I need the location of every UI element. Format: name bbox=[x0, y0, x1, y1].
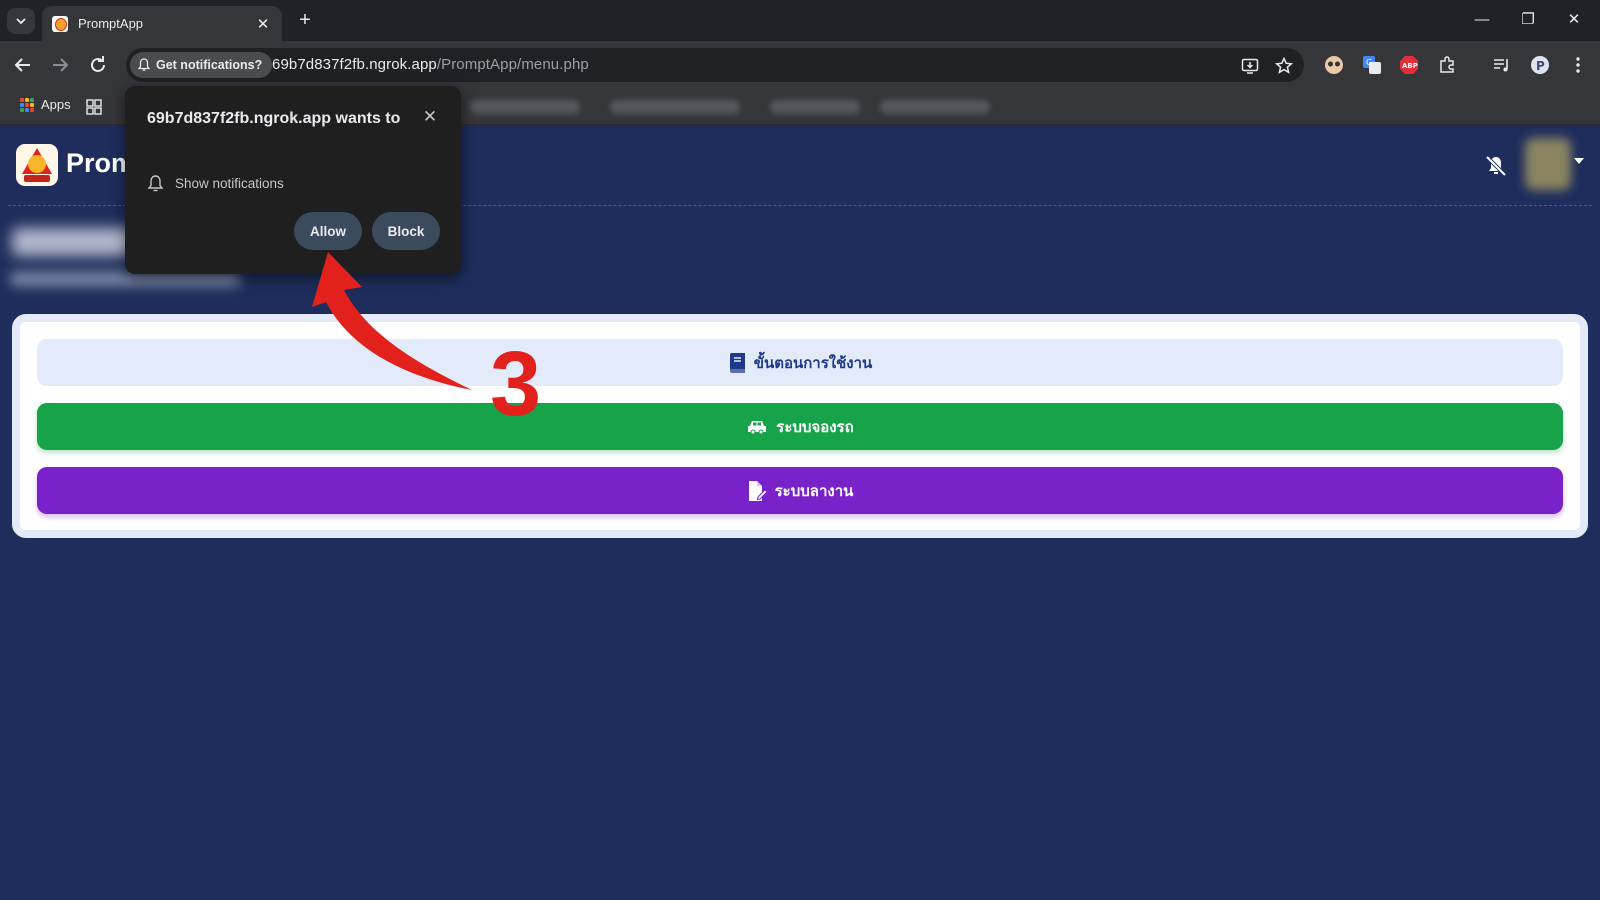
url-host: 69b7d837f2fb.ngrok.app bbox=[272, 56, 437, 73]
back-arrow-icon[interactable] bbox=[11, 53, 35, 77]
allow-button[interactable]: Allow bbox=[294, 212, 362, 250]
svg-text:G: G bbox=[1366, 58, 1372, 67]
file-pen-icon bbox=[748, 480, 767, 501]
blurred-bookmark[interactable] bbox=[880, 100, 990, 114]
browser-toolbar: Get notifications? 69b7d837f2fb.ngrok.ap… bbox=[0, 41, 1600, 89]
blurred-bookmark[interactable] bbox=[770, 100, 860, 114]
bookmark-apps-label: Apps bbox=[41, 97, 71, 112]
restore-icon[interactable]: ❐ bbox=[1508, 8, 1548, 32]
notifications-off-icon[interactable] bbox=[1484, 154, 1508, 178]
blurred-bookmark[interactable] bbox=[610, 100, 740, 114]
tab-search-button[interactable] bbox=[7, 8, 35, 34]
menu-card: ขั้นตอนการใช้งาน ระบบจองรถ ระบบลางาน bbox=[12, 314, 1588, 538]
leave-request-button-label: ระบบลางาน bbox=[774, 482, 854, 500]
promptapp-favicon-icon bbox=[52, 15, 68, 32]
tab-close-icon[interactable]: ✕ bbox=[254, 15, 272, 33]
car-icon bbox=[748, 420, 767, 434]
car-booking-button-label: ระบบจองรถ bbox=[776, 418, 854, 436]
translate-icon[interactable]: G bbox=[1361, 54, 1383, 76]
svg-text:ABP: ABP bbox=[1402, 62, 1418, 70]
browser-tab[interactable]: PromptApp ✕ bbox=[42, 6, 282, 41]
blurred-bookmark[interactable] bbox=[470, 100, 580, 114]
svg-text:P: P bbox=[1536, 59, 1545, 73]
user-menu-caret-icon[interactable] bbox=[1574, 158, 1584, 164]
window-close-icon[interactable]: ✕ bbox=[1554, 8, 1594, 32]
new-tab-button[interactable]: + bbox=[294, 9, 316, 31]
guide-button-label: ขั้นตอนการใช้งาน bbox=[753, 354, 873, 372]
notification-permission-prompt: 69b7d837f2fb.ngrok.app wants to ✕ Show n… bbox=[125, 86, 461, 274]
permission-label: Show notifications bbox=[175, 176, 284, 191]
permission-row: Show notifications bbox=[148, 175, 284, 192]
tab-strip: PromptApp ✕ + — ❐ ✕ bbox=[0, 0, 1600, 41]
notification-request-chip[interactable]: Get notifications? bbox=[130, 52, 273, 78]
url-path: /PromptApp/menu.php bbox=[436, 56, 589, 73]
promptapp-logo[interactable] bbox=[16, 144, 58, 186]
install-app-icon[interactable] bbox=[1240, 56, 1260, 76]
forward-arrow-icon[interactable] bbox=[48, 53, 72, 77]
bell-icon bbox=[148, 175, 163, 192]
blurred-user-subtitle bbox=[10, 272, 240, 286]
media-queue-icon[interactable] bbox=[1491, 54, 1513, 76]
bookmark-apps[interactable]: Apps bbox=[20, 97, 71, 112]
extensions-puzzle-icon[interactable] bbox=[1436, 54, 1458, 76]
tutorial-step-number: 3 bbox=[490, 333, 542, 435]
guide-button[interactable]: ขั้นตอนการใช้งาน bbox=[37, 339, 1563, 386]
extension-mask-icon[interactable] bbox=[1323, 54, 1345, 76]
block-button[interactable]: Block bbox=[372, 212, 440, 250]
leave-request-button[interactable]: ระบบลางาน bbox=[37, 467, 1563, 514]
chip-label: Get notifications? bbox=[156, 58, 263, 72]
book-icon bbox=[729, 352, 745, 373]
user-avatar[interactable] bbox=[1525, 138, 1571, 190]
url-text[interactable]: 69b7d837f2fb.ngrok.app/PromptApp/menu.ph… bbox=[272, 56, 589, 73]
apps-grid-icon bbox=[20, 97, 34, 112]
tab-groups-icon[interactable] bbox=[86, 99, 102, 120]
bell-icon bbox=[138, 58, 150, 71]
bookmark-star-icon[interactable] bbox=[1274, 56, 1294, 76]
minimize-icon[interactable]: — bbox=[1462, 8, 1502, 32]
permission-prompt-title: 69b7d837f2fb.ngrok.app wants to bbox=[147, 110, 401, 127]
adblock-plus-icon[interactable]: ABP bbox=[1398, 54, 1420, 76]
address-bar[interactable]: Get notifications? 69b7d837f2fb.ngrok.ap… bbox=[126, 48, 1304, 82]
browser-menu-kebab-icon[interactable] bbox=[1567, 54, 1589, 76]
profile-extension-icon[interactable]: P bbox=[1529, 54, 1551, 76]
tab-title: PromptApp bbox=[78, 16, 144, 31]
reload-icon[interactable] bbox=[86, 53, 110, 77]
permission-prompt-close-icon[interactable]: ✕ bbox=[419, 106, 441, 128]
chevron-down-icon bbox=[16, 18, 26, 25]
car-booking-button[interactable]: ระบบจองรถ bbox=[37, 403, 1563, 450]
